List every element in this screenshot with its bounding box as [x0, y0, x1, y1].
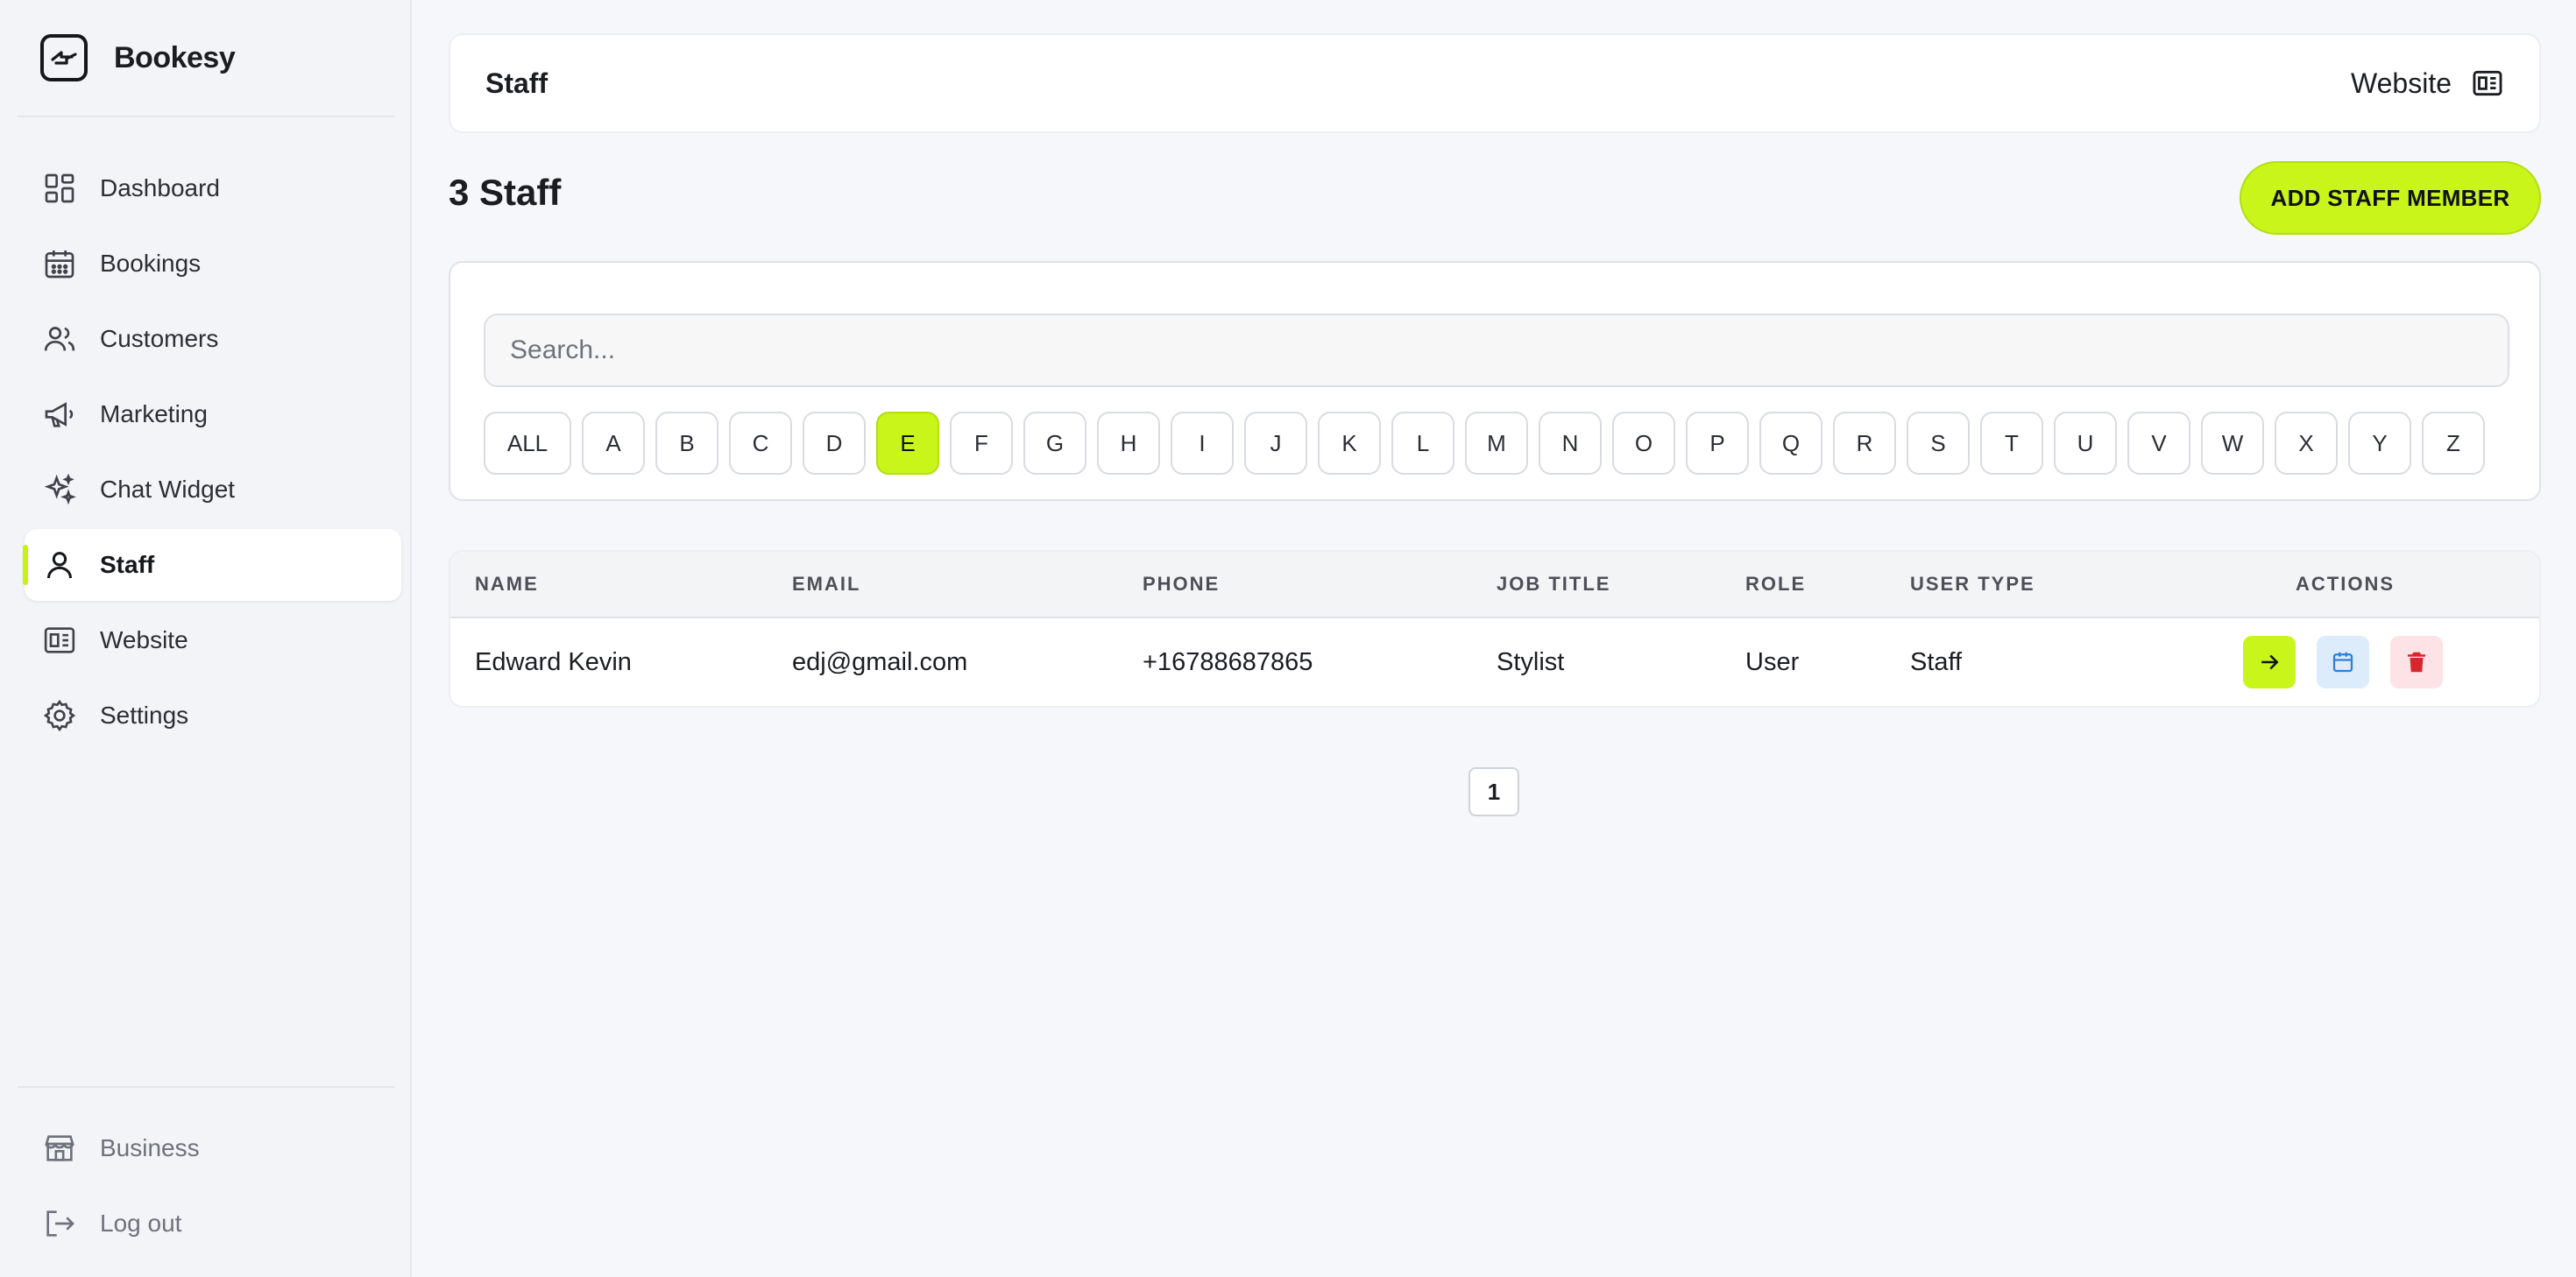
user-icon: [47, 552, 72, 579]
letter-filter-y[interactable]: Y: [2348, 412, 2411, 475]
website-icon: [2473, 70, 2502, 96]
calendar-icon: [45, 250, 74, 279]
sidebar-item-logout[interactable]: Log out: [25, 1188, 401, 1259]
cell-user-type: Staff: [1910, 648, 1963, 676]
arrow-right-icon: [2261, 654, 2279, 670]
letter-filter-l[interactable]: L: [1391, 412, 1454, 475]
cell-name: Edward Kevin: [475, 648, 632, 676]
sidebar-item-label: Staff: [100, 551, 155, 578]
staff-schedule-button[interactable]: [2317, 636, 2369, 688]
sidebar-item-label: Business: [100, 1134, 200, 1161]
cell-email: edj@gmail.com: [792, 648, 968, 676]
delete-staff-button[interactable]: [2390, 636, 2443, 688]
view-staff-button[interactable]: [2243, 636, 2296, 688]
letter-filter-g[interactable]: G: [1023, 412, 1086, 475]
letter-filter-a[interactable]: A: [582, 412, 645, 475]
letter-filter-w[interactable]: W: [2201, 412, 2264, 475]
letter-filter-p[interactable]: P: [1686, 412, 1749, 475]
add-staff-member-button[interactable]: ADD STAFF MEMBER: [2240, 161, 2541, 235]
sidebar-item-dashboard[interactable]: Dashboard: [25, 152, 401, 224]
letter-filter-i[interactable]: I: [1171, 412, 1234, 475]
sidebar-item-staff[interactable]: Staff: [23, 529, 401, 601]
letter-filter-q[interactable]: Q: [1759, 412, 1822, 475]
letter-filter-c[interactable]: C: [729, 412, 792, 475]
letter-filter-all[interactable]: ALL: [484, 412, 571, 475]
cell-role: User: [1745, 648, 1800, 676]
logout-icon: [46, 1210, 74, 1237]
brand[interactable]: Bookesy: [40, 33, 236, 82]
website-icon: [44, 627, 75, 653]
top-bar: Staff Website: [449, 33, 2541, 133]
letter-filter-b[interactable]: B: [655, 412, 718, 475]
sidebar-item-marketing[interactable]: Marketing: [25, 378, 401, 450]
sidebar-item-chat-widget[interactable]: Chat Widget: [25, 454, 401, 526]
sidebar-divider: [18, 1086, 394, 1088]
gear-icon: [43, 699, 76, 732]
letter-filter-v[interactable]: V: [2127, 412, 2190, 475]
column-header-name[interactable]: NAME: [475, 573, 539, 596]
calendar-icon: [2332, 652, 2353, 673]
letter-filter-j[interactable]: J: [1244, 412, 1307, 475]
megaphone-icon: [45, 402, 74, 427]
sidebar-item-business[interactable]: Business: [25, 1112, 401, 1184]
sidebar-item-label: Customers: [100, 325, 219, 352]
letter-filter-z[interactable]: Z: [2422, 412, 2485, 475]
dashboard-icon: [45, 173, 74, 203]
sidebar-item-label: Log out: [100, 1210, 182, 1237]
sidebar-item-customers[interactable]: Customers: [25, 303, 401, 375]
users-icon: [44, 327, 75, 351]
sidebar-item-label: Settings: [100, 702, 189, 729]
storefront-icon: [45, 1135, 74, 1161]
sidebar-item-settings[interactable]: Settings: [25, 680, 401, 751]
letter-filter-e[interactable]: E: [876, 412, 939, 475]
column-header-phone[interactable]: PHONE: [1143, 573, 1220, 596]
sidebar-divider: [18, 116, 394, 117]
table-header: NAME EMAIL PHONE JOB TITLE ROLE USER TYP…: [450, 552, 2539, 618]
column-header-role[interactable]: ROLE: [1745, 573, 1806, 596]
trash-icon: [2408, 652, 2425, 673]
letter-filter-n[interactable]: N: [1539, 412, 1602, 475]
sidebar: Bookesy Dashboard Bookings Customers Mar…: [0, 0, 412, 1277]
letter-filter-r[interactable]: R: [1833, 412, 1896, 475]
sidebar-item-bookings[interactable]: Bookings: [25, 228, 401, 300]
website-link[interactable]: Website: [2351, 67, 2504, 100]
brand-logo-icon: [40, 34, 88, 81]
sidebar-item-website[interactable]: Website: [25, 604, 401, 676]
letter-filter-t[interactable]: T: [1980, 412, 2043, 475]
sidebar-item-label: Dashboard: [100, 174, 220, 201]
letter-filter-f[interactable]: F: [950, 412, 1013, 475]
search-input[interactable]: [484, 314, 2509, 387]
sidebar-item-label: Marketing: [100, 400, 208, 427]
letter-filter-u[interactable]: U: [2054, 412, 2117, 475]
sparkles-icon: [44, 473, 76, 505]
brand-name: Bookesy: [114, 40, 236, 74]
pagination-page-button[interactable]: 1: [1468, 767, 1519, 816]
letter-filter-m[interactable]: M: [1465, 412, 1528, 475]
alphabet-filter: ALL A B C D E F G H I J K L M N O P Q R S T U V W X Y Z: [484, 412, 2485, 475]
website-link-label: Website: [2350, 67, 2452, 99]
column-header-actions: ACTIONS: [2296, 573, 2395, 595]
letter-filter-x[interactable]: X: [2275, 412, 2338, 475]
staff-table: NAME EMAIL PHONE JOB TITLE ROLE USER TYP…: [449, 550, 2541, 708]
cell-job-title: Stylist: [1497, 648, 1565, 676]
letter-filter-s[interactable]: S: [1907, 412, 1970, 475]
letter-filter-h[interactable]: H: [1097, 412, 1160, 475]
sidebar-item-label: Bookings: [100, 250, 202, 277]
column-header-job-title[interactable]: JOB TITLE: [1497, 573, 1610, 596]
column-header-email[interactable]: EMAIL: [792, 573, 860, 596]
sidebar-item-label: Chat Widget: [100, 476, 236, 503]
page-title: Staff: [485, 67, 548, 99]
cell-phone: +16788687865: [1143, 648, 1313, 676]
sidebar-item-label: Website: [100, 626, 188, 653]
filter-card: ALLABCDEFGHIJKLMNOPQRSTUVWXYZ: [449, 261, 2541, 501]
letter-filter-o[interactable]: O: [1612, 412, 1675, 475]
letter-filter-d[interactable]: D: [803, 412, 866, 475]
column-header-user-type[interactable]: USER TYPE: [1910, 573, 2035, 596]
staff-count-heading: 3 Staff: [449, 172, 562, 213]
letter-filter-k[interactable]: K: [1318, 412, 1381, 475]
